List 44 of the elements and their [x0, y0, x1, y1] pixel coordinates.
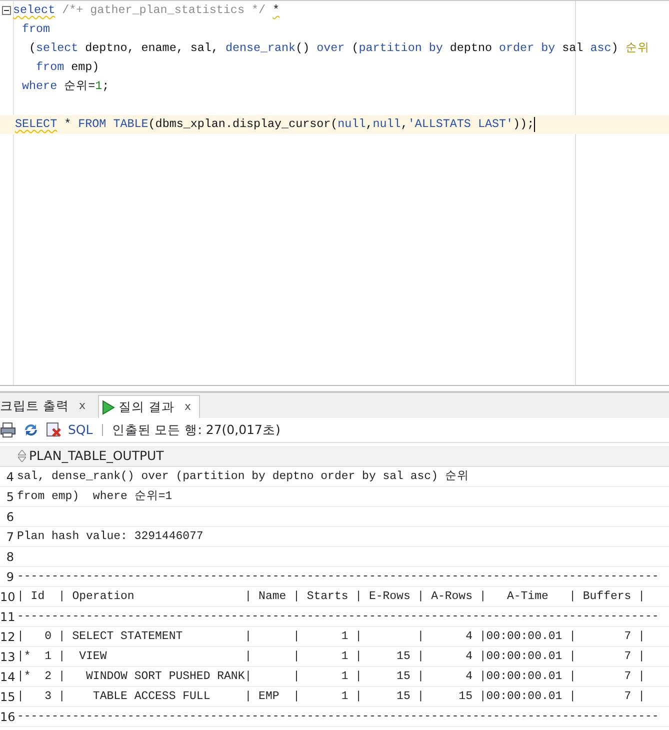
column-header[interactable]: PLAN_TABLE_OUTPUT — [0, 446, 669, 467]
row-number: 13 — [0, 648, 15, 666]
table-cell-text: from emp) where 순위=1 — [16, 488, 172, 505]
row-number: 14 — [0, 668, 15, 686]
play-icon — [102, 400, 114, 414]
sql-link[interactable]: SQL — [68, 420, 93, 440]
row-number: 12 — [0, 628, 15, 646]
table-cell-text: | Id | Operation | Name | Starts | E-Rows | A-Rows | A-Time | Buffers | — [16, 588, 646, 605]
table-cell-text: |* 2 | WINDOW SORT PUSHED RANK| | 1 | 15 | 4 |00:00:00.01 | 7 | — [16, 668, 646, 685]
print-icon[interactable] — [0, 422, 16, 438]
fetch-status: 인출된 모든 행: 27(0,017초) — [112, 420, 280, 439]
code-line: from — [21, 21, 50, 38]
close-button[interactable]: x — [184, 398, 191, 416]
row-number: 5 — [5, 488, 15, 506]
table-cell-text: sal, dense_rank() over (partition by deptno order by sal asc) 순위 — [16, 468, 469, 485]
code-line: from emp) — [35, 59, 100, 76]
row-number: 6 — [5, 508, 15, 526]
row-number: 15 — [0, 688, 15, 706]
table-cell-text: | 0 | SELECT STATEMENT | | 1 | | 4 |00:00:00.01 | 7 | — [16, 628, 646, 645]
table-cell-text: --------------------------------------------------------------------------------------------- — [16, 568, 659, 585]
code-line: SELECT * FROM TABLE(dbms_xplan.display_cursor(null,null,'ALLSTATS LAST')); — [15, 116, 534, 133]
table-cell-text: Plan hash value: 3291446077 — [16, 528, 204, 545]
row-number: 7 — [5, 528, 15, 546]
clear-icon[interactable] — [46, 422, 62, 438]
code-line: where 순위=1; — [21, 78, 110, 95]
row-number: 11 — [0, 608, 15, 626]
table-cell-text: |* 1 | VIEW | | 1 | 15 | 4 |00:00:00.01 | 7 | — [16, 648, 646, 665]
table-cell-text: | 3 | TABLE ACCESS FULL | EMP | 1 | 15 | 15 |00:00:00.01 | 7 | — [16, 688, 646, 705]
fold-icon[interactable] — [2, 6, 11, 15]
row-number: 10 — [0, 588, 15, 606]
row-number: 16 — [0, 708, 15, 726]
row-number: 9 — [5, 568, 15, 586]
tab[interactable]: 질의 결과 x — [98, 395, 200, 418]
row-number: 8 — [5, 548, 15, 566]
sort-icon — [18, 450, 26, 462]
refresh-icon[interactable] — [22, 422, 40, 438]
code-line: select /*+ gather_plan_statistics */ * — [13, 2, 280, 19]
row-number: 4 — [5, 468, 15, 486]
close-button[interactable]: x — [78, 398, 86, 415]
table-cell-text: --------------------------------------------------------------------------------------------- — [16, 608, 659, 625]
table-cell-text: --------------------------------------------------------------------------------------------- — [16, 708, 659, 725]
text-cursor — [534, 117, 536, 132]
code-line: (select deptno, ename, sal, dense_rank() over (partition by deptno order by sal asc) 순위 — [28, 40, 650, 57]
column-title: PLAN_TABLE_OUTPUT — [29, 446, 164, 465]
